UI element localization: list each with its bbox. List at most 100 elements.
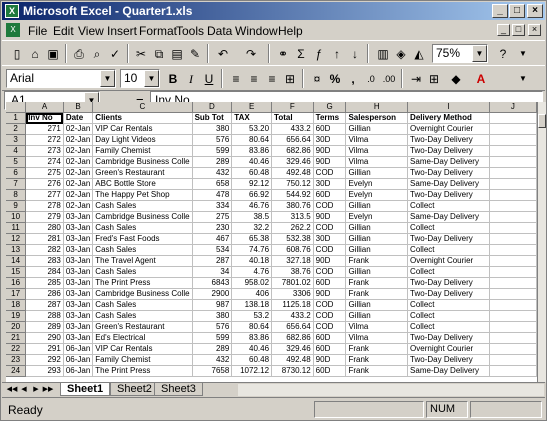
cell[interactable]: Two-Day Delivery xyxy=(407,233,490,246)
cell[interactable]: Two-Day Delivery xyxy=(407,145,490,158)
cell[interactable]: 277 xyxy=(25,189,64,202)
cell[interactable]: 02-Jan xyxy=(63,145,94,158)
cell[interactable]: 656.64 xyxy=(271,134,314,147)
cell[interactable]: 327.18 xyxy=(271,255,314,268)
cell[interactable]: Green's Restaurant xyxy=(92,167,193,180)
cell[interactable]: 293 xyxy=(25,365,64,378)
cell[interactable]: 90D xyxy=(313,255,347,268)
cell[interactable]: 274 xyxy=(25,156,64,169)
cell[interactable]: Two-Day Delivery xyxy=(407,332,490,345)
toolbar-options-icon[interactable]: ▼ xyxy=(514,45,532,63)
row-header[interactable]: 6 xyxy=(6,167,27,180)
cell[interactable]: 544.92 xyxy=(271,189,314,202)
cell[interactable]: 278 xyxy=(25,200,64,213)
cell[interactable]: Evelyn xyxy=(345,178,409,191)
cell[interactable] xyxy=(489,156,537,169)
cell[interactable]: Gillian xyxy=(345,167,409,180)
row-header[interactable]: 21 xyxy=(6,332,27,345)
cell[interactable]: 60D xyxy=(313,277,347,290)
cell[interactable] xyxy=(489,244,537,257)
chevron-down-icon[interactable]: ▼ xyxy=(144,70,159,87)
cell[interactable]: 60D xyxy=(313,189,347,202)
cell[interactable]: 275 xyxy=(192,211,233,224)
menu-data[interactable]: Data xyxy=(207,24,232,38)
cell[interactable]: 380.76 xyxy=(271,200,314,213)
column-header[interactable]: C xyxy=(92,102,193,114)
cell[interactable]: Frank xyxy=(345,288,409,301)
cell[interactable]: Ed's Electrical xyxy=(92,332,193,345)
doc-restore-button[interactable]: □ xyxy=(512,24,525,36)
cell[interactable]: COD xyxy=(313,200,347,213)
cell[interactable]: Cash Sales xyxy=(92,200,193,213)
row-header[interactable]: 11 xyxy=(6,222,27,235)
cell[interactable]: Cash Sales xyxy=(92,222,193,235)
cell[interactable]: 8730.12 xyxy=(271,365,314,378)
cell[interactable] xyxy=(489,167,537,180)
cell[interactable]: 576 xyxy=(192,134,233,147)
cell[interactable]: 90D xyxy=(313,145,347,158)
cell[interactable] xyxy=(489,288,537,301)
cell[interactable]: 275 xyxy=(25,167,64,180)
cell[interactable]: Gillian xyxy=(345,244,409,257)
row-header[interactable]: 19 xyxy=(6,310,27,323)
tab-sheet1[interactable]: Sheet1 xyxy=(60,383,111,396)
cell[interactable]: 03-Jan xyxy=(63,233,94,246)
doc-close-button[interactable]: × xyxy=(528,24,541,36)
cell[interactable]: 987 xyxy=(192,299,233,312)
new-icon[interactable]: ▯ xyxy=(8,45,26,63)
font-size-select[interactable]: 10 ▼ xyxy=(120,69,160,88)
sort-ascending-icon[interactable]: ↑ xyxy=(328,45,346,63)
row-header[interactable]: 17 xyxy=(6,288,27,301)
doc-minimize-button[interactable]: _ xyxy=(497,24,510,36)
cell[interactable]: 02-Jan xyxy=(63,123,94,136)
horizontal-scrollbar[interactable] xyxy=(238,384,544,396)
cell[interactable]: Evelyn xyxy=(345,211,409,224)
percent-icon[interactable]: % xyxy=(326,70,344,88)
cell[interactable]: 534 xyxy=(192,244,233,257)
cell[interactable]: 380 xyxy=(192,123,233,136)
cell[interactable]: 03-Jan xyxy=(63,255,94,268)
cell[interactable] xyxy=(489,145,537,158)
cell[interactable]: 66.92 xyxy=(231,189,273,202)
cell[interactable]: COD xyxy=(313,299,347,312)
cell[interactable]: 271 xyxy=(25,123,64,136)
cell[interactable]: Evelyn xyxy=(345,189,409,202)
cell[interactable]: 30D xyxy=(313,233,347,246)
print-icon[interactable]: ⎙ xyxy=(70,45,88,63)
cell[interactable]: 02-Jan xyxy=(63,178,94,191)
menu-file[interactable]: File xyxy=(28,24,47,38)
cell[interactable]: 60.48 xyxy=(231,167,273,180)
cell[interactable]: 90D xyxy=(313,288,347,301)
cell[interactable]: 06-Jan xyxy=(63,365,94,378)
cell[interactable]: 283 xyxy=(25,255,64,268)
help-icon[interactable]: ? xyxy=(494,45,512,63)
cell[interactable]: Family Chemist xyxy=(92,354,193,367)
undo-icon[interactable]: ↶ xyxy=(214,45,232,63)
drawing-icon[interactable]: ◭ xyxy=(410,45,428,63)
vertical-scrollbar[interactable] xyxy=(537,102,546,382)
cell[interactable]: 02-Jan xyxy=(63,167,94,180)
chevron-down-icon[interactable]: ▼ xyxy=(100,70,115,87)
cell[interactable]: 3306 xyxy=(271,288,314,301)
next-sheet-icon[interactable]: ▶ xyxy=(30,384,42,396)
tab-sheet3[interactable]: Sheet3 xyxy=(154,383,203,396)
cell[interactable]: Green's Restaurant xyxy=(92,321,193,334)
cell[interactable]: 03-Jan xyxy=(63,332,94,345)
cell[interactable]: Collect xyxy=(407,266,490,279)
cell[interactable]: 262.2 xyxy=(271,222,314,235)
indent-icon[interactable]: ⇥ xyxy=(407,70,425,88)
cell[interactable]: The Travel Agent xyxy=(92,255,193,268)
cell[interactable]: 40.18 xyxy=(231,255,273,268)
cell[interactable]: Collect xyxy=(407,321,490,334)
align-right-icon[interactable]: ≡ xyxy=(263,70,281,88)
cell[interactable]: VIP Car Rentals xyxy=(92,343,193,356)
toolbar-options-icon[interactable]: ▼ xyxy=(514,70,532,88)
maximize-button[interactable]: □ xyxy=(509,4,525,18)
cell[interactable]: Cash Sales xyxy=(92,266,193,279)
menu-view[interactable]: View xyxy=(78,24,104,38)
prev-sheet-icon[interactable]: ◀ xyxy=(18,384,30,396)
tab-sheet2[interactable]: Sheet2 xyxy=(110,383,159,396)
cell[interactable]: 272 xyxy=(25,134,64,147)
cell[interactable]: 34 xyxy=(192,266,233,279)
hyperlink-icon[interactable]: ⚭ xyxy=(274,45,292,63)
